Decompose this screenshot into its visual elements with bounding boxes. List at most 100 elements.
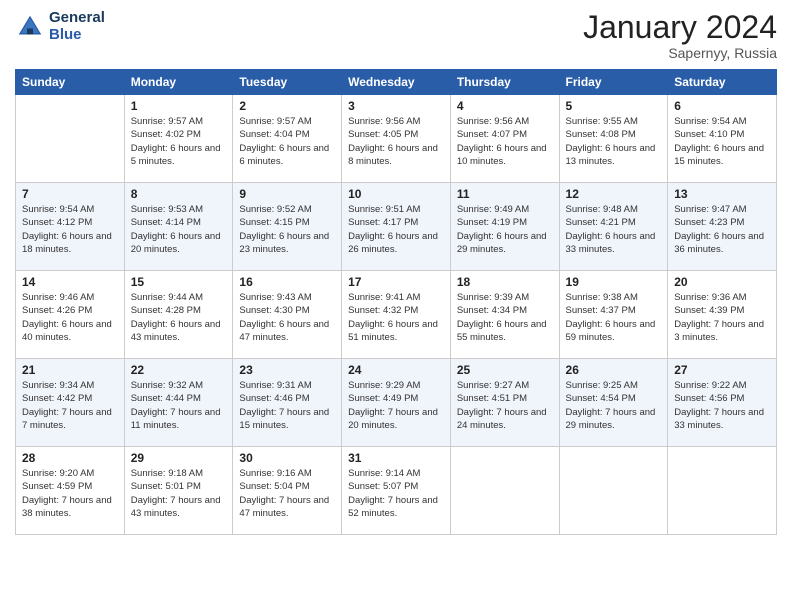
day-info: Sunrise: 9:56 AMSunset: 4:05 PMDaylight:… (348, 115, 444, 168)
weekday-header-row: Sunday Monday Tuesday Wednesday Thursday… (16, 70, 777, 95)
day-number: 24 (348, 363, 444, 377)
day-number: 28 (22, 451, 118, 465)
calendar-cell: 17 Sunrise: 9:41 AMSunset: 4:32 PMDayligh… (342, 271, 451, 359)
calendar-cell: 5 Sunrise: 9:55 AMSunset: 4:08 PMDaylight… (559, 95, 668, 183)
calendar-body: 1 Sunrise: 9:57 AMSunset: 4:02 PMDaylight… (16, 95, 777, 535)
day-number: 19 (566, 275, 662, 289)
calendar-table: Sunday Monday Tuesday Wednesday Thursday… (15, 69, 777, 535)
calendar-cell: 28 Sunrise: 9:20 AMSunset: 4:59 PMDayligh… (16, 447, 125, 535)
day-number: 17 (348, 275, 444, 289)
day-info: Sunrise: 9:46 AMSunset: 4:26 PMDaylight:… (22, 291, 118, 344)
day-info: Sunrise: 9:20 AMSunset: 4:59 PMDaylight:… (22, 467, 118, 520)
day-info: Sunrise: 9:34 AMSunset: 4:42 PMDaylight:… (22, 379, 118, 432)
calendar-cell: 27Sunrise: 9:22 AMSunset: 4:56 PMDayligh… (668, 359, 777, 447)
calendar-cell (668, 447, 777, 535)
day-info: Sunrise: 9:57 AMSunset: 4:02 PMDaylight:… (131, 115, 227, 168)
header-monday: Monday (124, 70, 233, 95)
calendar-cell (450, 447, 559, 535)
calendar-week-row-1: 1 Sunrise: 9:57 AMSunset: 4:02 PMDaylight… (16, 95, 777, 183)
header-friday: Friday (559, 70, 668, 95)
day-info: Sunrise: 9:55 AMSunset: 4:08 PMDaylight:… (566, 115, 662, 168)
calendar-week-row-5: 28 Sunrise: 9:20 AMSunset: 4:59 PMDayligh… (16, 447, 777, 535)
day-number: 3 (348, 99, 444, 113)
day-number: 20 (674, 275, 770, 289)
day-info: Sunrise: 9:36 AMSunset: 4:39 PMDaylight:… (674, 291, 770, 344)
header-sunday: Sunday (16, 70, 125, 95)
day-info: Sunrise: 9:54 AMSunset: 4:10 PMDaylight:… (674, 115, 770, 168)
header-saturday: Saturday (668, 70, 777, 95)
day-number: 22 (131, 363, 227, 377)
day-info: Sunrise: 9:54 AMSunset: 4:12 PMDaylight:… (22, 203, 118, 256)
day-info: Sunrise: 9:38 AMSunset: 4:37 PMDaylight:… (566, 291, 662, 344)
calendar-cell: 21 Sunrise: 9:34 AMSunset: 4:42 PMDayligh… (16, 359, 125, 447)
title-section: January 2024 Sapernyy, Russia (583, 10, 777, 61)
calendar-cell: 10Sunrise: 9:51 AMSunset: 4:17 PMDayligh… (342, 183, 451, 271)
day-number: 29 (131, 451, 227, 465)
day-number: 7 (22, 187, 118, 201)
calendar-cell: 22 Sunrise: 9:32 AMSunset: 4:44 PMDayligh… (124, 359, 233, 447)
page: General Blue January 2024 Sapernyy, Russ… (0, 0, 792, 612)
calendar-cell: 8Sunrise: 9:53 AMSunset: 4:14 PMDaylight… (124, 183, 233, 271)
day-info: Sunrise: 9:18 AMSunset: 5:01 PMDaylight:… (131, 467, 227, 520)
calendar-cell: 7 Sunrise: 9:54 AMSunset: 4:12 PMDaylight… (16, 183, 125, 271)
day-number: 6 (674, 99, 770, 113)
day-number: 21 (22, 363, 118, 377)
day-info: Sunrise: 9:14 AMSunset: 5:07 PMDaylight:… (348, 467, 444, 520)
calendar-week-row-4: 21 Sunrise: 9:34 AMSunset: 4:42 PMDayligh… (16, 359, 777, 447)
calendar-cell: 12 Sunrise: 9:48 AMSunset: 4:21 PMDayligh… (559, 183, 668, 271)
calendar-cell: 29 Sunrise: 9:18 AMSunset: 5:01 PMDayligh… (124, 447, 233, 535)
calendar-cell: 13Sunrise: 9:47 AMSunset: 4:23 PMDayligh… (668, 183, 777, 271)
calendar-cell (16, 95, 125, 183)
calendar-cell: 9Sunrise: 9:52 AMSunset: 4:15 PMDaylight… (233, 183, 342, 271)
day-number: 30 (239, 451, 335, 465)
day-number: 26 (566, 363, 662, 377)
calendar-cell: 24 Sunrise: 9:29 AMSunset: 4:49 PMDayligh… (342, 359, 451, 447)
day-info: Sunrise: 9:44 AMSunset: 4:28 PMDaylight:… (131, 291, 227, 344)
day-number: 13 (674, 187, 770, 201)
day-info: Sunrise: 9:25 AMSunset: 4:54 PMDaylight:… (566, 379, 662, 432)
day-info: Sunrise: 9:31 AMSunset: 4:46 PMDaylight:… (239, 379, 335, 432)
calendar-cell: 2 Sunrise: 9:57 AMSunset: 4:04 PMDaylight… (233, 95, 342, 183)
day-number: 14 (22, 275, 118, 289)
day-info: Sunrise: 9:22 AMSunset: 4:56 PMDaylight:… (674, 379, 770, 432)
day-info: Sunrise: 9:57 AMSunset: 4:04 PMDaylight:… (239, 115, 335, 168)
day-number: 25 (457, 363, 553, 377)
day-info: Sunrise: 9:16 AMSunset: 5:04 PMDaylight:… (239, 467, 335, 520)
day-number: 15 (131, 275, 227, 289)
calendar-cell: 25Sunrise: 9:27 AMSunset: 4:51 PMDayligh… (450, 359, 559, 447)
day-number: 31 (348, 451, 444, 465)
logo: General Blue (15, 10, 105, 43)
calendar-week-row-3: 14 Sunrise: 9:46 AMSunset: 4:26 PMDayligh… (16, 271, 777, 359)
calendar-cell: 30 Sunrise: 9:16 AMSunset: 5:04 PMDayligh… (233, 447, 342, 535)
day-info: Sunrise: 9:32 AMSunset: 4:44 PMDaylight:… (131, 379, 227, 432)
day-number: 4 (457, 99, 553, 113)
calendar-cell: 15 Sunrise: 9:44 AMSunset: 4:28 PMDayligh… (124, 271, 233, 359)
logo-icon (15, 12, 45, 42)
calendar-cell: 26 Sunrise: 9:25 AMSunset: 4:54 PMDayligh… (559, 359, 668, 447)
day-number: 23 (239, 363, 335, 377)
calendar-cell: 23 Sunrise: 9:31 AMSunset: 4:46 PMDayligh… (233, 359, 342, 447)
day-info: Sunrise: 9:52 AMSunset: 4:15 PMDaylight:… (239, 203, 335, 256)
day-number: 12 (566, 187, 662, 201)
day-info: Sunrise: 9:43 AMSunset: 4:30 PMDaylight:… (239, 291, 335, 344)
calendar-cell: 16Sunrise: 9:43 AMSunset: 4:30 PMDayligh… (233, 271, 342, 359)
day-number: 8 (131, 187, 227, 201)
month-title: January 2024 (583, 10, 777, 45)
day-info: Sunrise: 9:41 AMSunset: 4:32 PMDaylight:… (348, 291, 444, 344)
calendar-week-row-2: 7 Sunrise: 9:54 AMSunset: 4:12 PMDaylight… (16, 183, 777, 271)
calendar-cell: 11 Sunrise: 9:49 AMSunset: 4:19 PMDayligh… (450, 183, 559, 271)
day-number: 11 (457, 187, 553, 201)
day-number: 5 (566, 99, 662, 113)
day-number: 10 (348, 187, 444, 201)
header: General Blue January 2024 Sapernyy, Russ… (15, 10, 777, 61)
calendar-cell: 18Sunrise: 9:39 AMSunset: 4:34 PMDayligh… (450, 271, 559, 359)
day-info: Sunrise: 9:39 AMSunset: 4:34 PMDaylight:… (457, 291, 553, 344)
day-info: Sunrise: 9:48 AMSunset: 4:21 PMDaylight:… (566, 203, 662, 256)
calendar-cell: 6 Sunrise: 9:54 AMSunset: 4:10 PMDaylight… (668, 95, 777, 183)
day-info: Sunrise: 9:29 AMSunset: 4:49 PMDaylight:… (348, 379, 444, 432)
calendar-cell: 19 Sunrise: 9:38 AMSunset: 4:37 PMDayligh… (559, 271, 668, 359)
calendar-cell: 4Sunrise: 9:56 AMSunset: 4:07 PMDaylight… (450, 95, 559, 183)
day-number: 1 (131, 99, 227, 113)
day-number: 2 (239, 99, 335, 113)
day-info: Sunrise: 9:49 AMSunset: 4:19 PMDaylight:… (457, 203, 553, 256)
